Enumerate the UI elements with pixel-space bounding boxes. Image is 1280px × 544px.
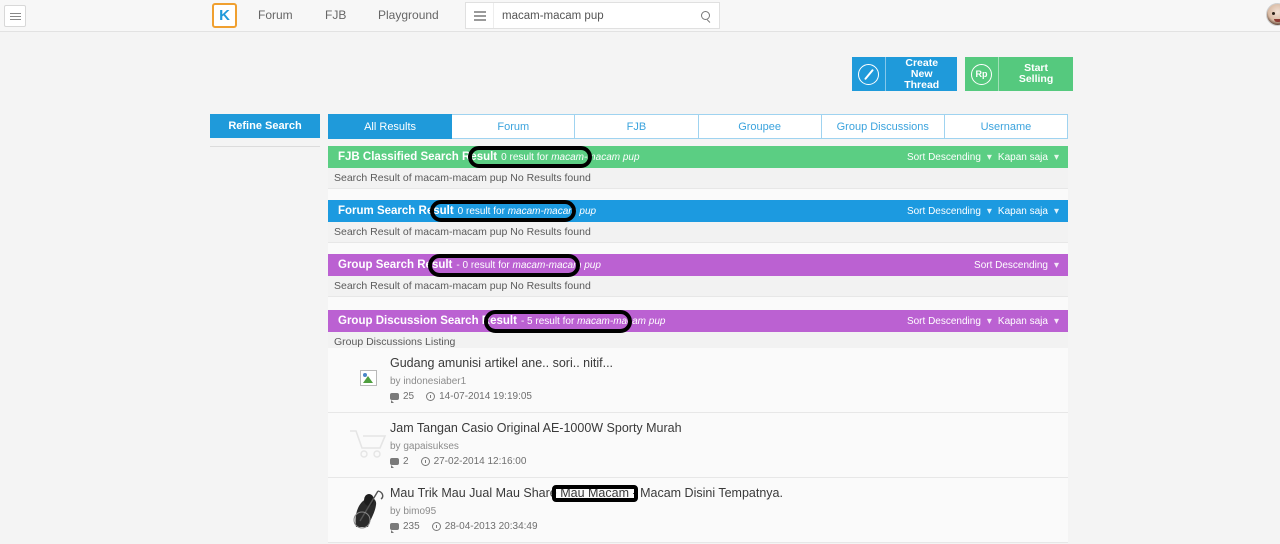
time-filter-button[interactable]: Kapan saja — [998, 152, 1048, 163]
create-new-thread-button[interactable]: Create New Thread — [852, 57, 957, 91]
avatar[interactable] — [1266, 3, 1280, 26]
chevron-down-icon[interactable]: ▾ — [987, 206, 992, 217]
section-group-discussion: Group Discussion Search Result - 5 resul… — [328, 310, 1068, 353]
section-subtext: Search Result of macam-macam pup No Resu… — [328, 276, 1068, 297]
chevron-down-icon[interactable]: ▾ — [1054, 152, 1059, 163]
list-item[interactable]: Mau Trik Mau Jual Mau Share Mau Macam - … — [328, 478, 1068, 543]
section-subtext: Search Result of macam-macam pup No Resu… — [328, 222, 1068, 243]
list-item-title[interactable]: Jam Tangan Casio Original AE-1000W Sport… — [390, 421, 682, 435]
start-selling-label: Start Selling — [1018, 62, 1054, 85]
broken-image-icon — [346, 356, 390, 400]
sort-descending-button[interactable]: Sort Descending — [907, 316, 981, 327]
section-controls: Sort Descending ▾ Kapan saja ▾ — [907, 310, 1059, 332]
result-tabs: All Results Forum FJB Groupee Group Disc… — [328, 114, 1069, 139]
tab-forum[interactable]: Forum — [452, 114, 576, 139]
list-item-author[interactable]: by gapaisukses — [390, 441, 459, 452]
section-result-count: 0 result for macam-macam pup — [457, 205, 597, 217]
section-forum: Forum Search Result 0 result for macam-m… — [328, 200, 1068, 260]
clock-icon — [420, 457, 430, 466]
sidebar-divider — [210, 146, 320, 147]
search-bar — [465, 2, 720, 29]
reply-count: 25 — [390, 391, 414, 403]
sort-descending-button[interactable]: Sort Descending — [974, 260, 1048, 271]
rupiah-circle-icon: Rp — [965, 57, 1000, 91]
nav-link-forum[interactable]: Forum — [258, 8, 293, 22]
shopping-cart-watermark-icon — [346, 421, 390, 465]
comment-icon — [390, 458, 399, 468]
tab-fjb[interactable]: FJB — [575, 114, 699, 139]
section-header: FJB Classified Search Result 0 result fo… — [328, 146, 1068, 168]
chevron-down-icon[interactable]: ▾ — [987, 152, 992, 163]
top-navigation-bar: K Forum FJB Playground Hi, m00n2718 New … — [0, 0, 1280, 32]
time-filter-button[interactable]: Kapan saja — [998, 316, 1048, 327]
section-subtext: Search Result of macam-macam pup No Resu… — [328, 168, 1068, 189]
section-fjb-classified: FJB Classified Search Result 0 result fo… — [328, 146, 1068, 206]
search-icon[interactable] — [691, 3, 719, 28]
list-item-meta: 2 27-02-2014 12:16:00 — [390, 456, 526, 468]
list-item-meta: 25 14-07-2014 19:19:05 — [390, 391, 532, 403]
pencil-circle-icon — [852, 57, 887, 91]
chevron-down-icon[interactable]: ▾ — [1054, 206, 1059, 217]
create-new-thread-label: Create New Thread — [904, 56, 940, 91]
time-filter-button[interactable]: Kapan saja — [998, 206, 1048, 217]
list-item-meta: 235 28-04-2013 20:34:49 — [390, 521, 538, 533]
section-header: Forum Search Result 0 result for macam-m… — [328, 200, 1068, 222]
tab-username[interactable]: Username — [944, 114, 1069, 139]
tab-all-results[interactable]: All Results — [328, 114, 453, 139]
start-selling-button[interactable]: Rp Start Selling — [965, 57, 1073, 91]
sort-descending-button[interactable]: Sort Descending — [907, 152, 981, 163]
logo-letter: K — [219, 7, 230, 24]
search-category-icon[interactable] — [466, 3, 494, 28]
section-result-count: - 5 result for macam-macam pup — [520, 315, 666, 327]
section-controls: Sort Descending ▾ Kapan saja ▾ — [907, 200, 1059, 222]
cart-glyph — [350, 430, 387, 458]
reply-count: 2 — [390, 456, 409, 468]
post-date: 28-04-2013 20:34:49 — [431, 521, 538, 532]
tab-groupee[interactable]: Groupee — [698, 114, 822, 139]
section-title: Forum Search Result — [338, 205, 454, 217]
comment-icon — [390, 393, 399, 403]
section-controls: Sort Descending ▾ Kapan saja ▾ — [907, 146, 1059, 168]
section-group: Group Search Result - 0 result for macam… — [328, 254, 1068, 314]
chevron-down-icon[interactable]: ▾ — [987, 316, 992, 327]
section-controls: Sort Descending ▾ — [974, 254, 1059, 276]
clock-icon — [426, 392, 436, 401]
list-item-title[interactable]: Gudang amunisi artikel ane.. sori.. niti… — [390, 356, 613, 370]
chevron-down-icon[interactable]: ▾ — [1054, 260, 1059, 271]
reply-count: 235 — [390, 521, 420, 533]
chevron-down-icon[interactable]: ▾ — [1054, 316, 1059, 327]
nav-link-playground[interactable]: Playground — [378, 8, 439, 22]
section-title: FJB Classified Search Result — [338, 151, 498, 163]
kaskus-logo[interactable]: K — [212, 3, 237, 28]
grim-reaper-avatar — [346, 486, 390, 530]
section-header: Group Search Result - 0 result for macam… — [328, 254, 1068, 276]
list-item-author[interactable]: by bimo95 — [390, 506, 436, 517]
tab-group-discussions[interactable]: Group Discussions — [821, 114, 945, 139]
list-item[interactable]: Gudang amunisi artikel ane.. sori.. niti… — [328, 348, 1068, 413]
section-title: Group Discussion Search Result — [338, 315, 517, 327]
nav-link-fjb[interactable]: FJB — [325, 8, 346, 22]
comment-icon — [390, 523, 399, 533]
refine-search-button[interactable]: Refine Search — [210, 114, 320, 138]
section-result-count: - 0 result for macam-macam pup — [456, 259, 601, 271]
hamburger-bars — [474, 9, 486, 23]
section-title: Group Search Result — [338, 259, 453, 271]
list-item-title[interactable]: Mau Trik Mau Jual Mau Share Mau Macam - … — [390, 486, 783, 500]
post-date: 27-02-2014 12:16:00 — [420, 456, 526, 467]
sort-descending-button[interactable]: Sort Descending — [907, 206, 981, 217]
reaper-glyph — [353, 490, 384, 529]
list-item[interactable]: Jam Tangan Casio Original AE-1000W Sport… — [328, 413, 1068, 478]
list-item-author[interactable]: by indonesiaber1 — [390, 376, 466, 387]
clock-icon — [431, 522, 441, 531]
hamburger-icon[interactable] — [4, 5, 26, 27]
post-date: 14-07-2014 19:19:05 — [426, 391, 532, 402]
search-input[interactable] — [494, 9, 691, 22]
section-header: Group Discussion Search Result - 5 resul… — [328, 310, 1068, 332]
hamburger-bars — [9, 11, 21, 22]
section-result-count: 0 result for macam-macam pup — [501, 151, 640, 163]
group-discussion-results-list: Gudang amunisi artikel ane.. sori.. niti… — [328, 348, 1068, 543]
